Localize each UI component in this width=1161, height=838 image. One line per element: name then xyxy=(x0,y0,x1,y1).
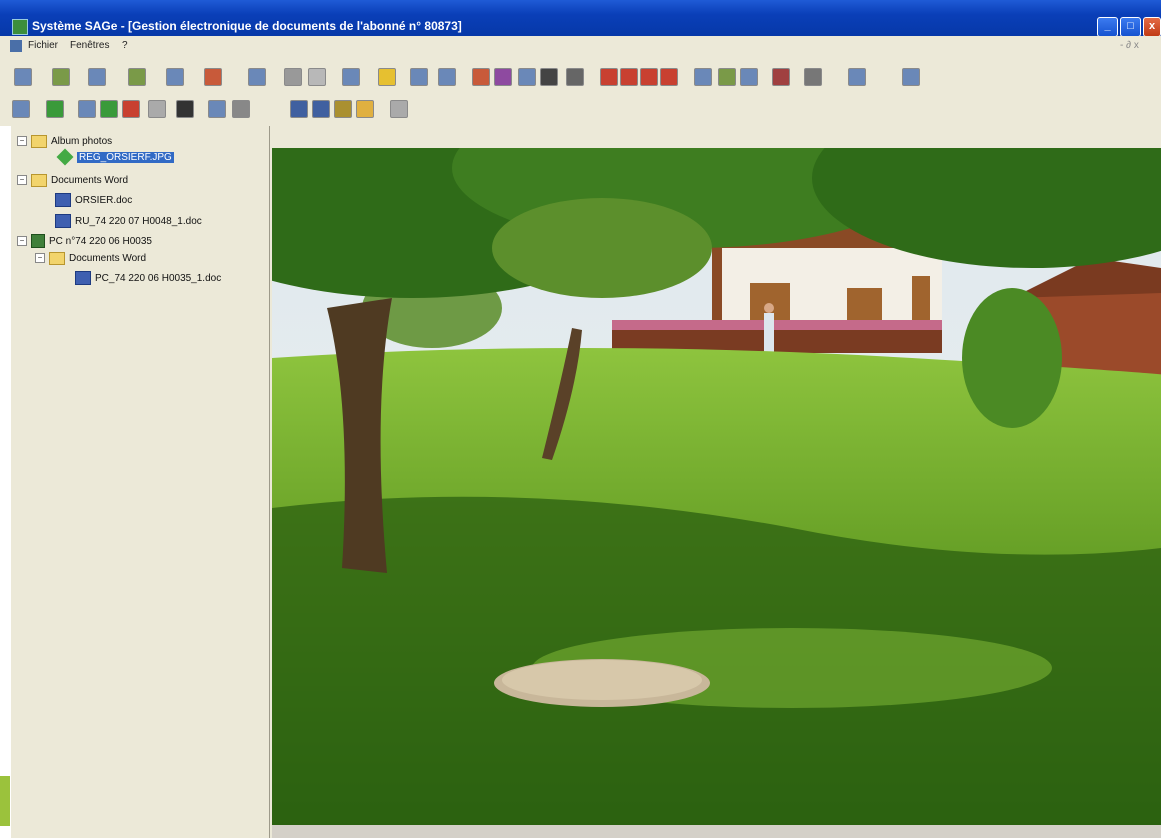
toolbar-button-icon[interactable] xyxy=(600,68,618,86)
left-edge xyxy=(0,126,10,838)
toolbar-button-icon[interactable] xyxy=(772,68,790,86)
tree-node-label: Documents Word xyxy=(51,174,129,186)
toolbar-button-icon[interactable] xyxy=(122,100,140,118)
word-document-icon xyxy=(75,271,91,285)
toolbar-button-icon[interactable] xyxy=(718,68,736,86)
tree-node-pc[interactable]: − PC n°74 220 06 H0035 xyxy=(17,234,152,248)
toolbar-button-icon[interactable] xyxy=(902,68,920,86)
toolbar-button-icon[interactable] xyxy=(148,100,166,118)
toolbar-button-icon[interactable] xyxy=(128,68,146,86)
toolbar-button-icon[interactable] xyxy=(176,100,194,118)
collapse-icon[interactable]: − xyxy=(17,136,27,146)
tree-node-documents-word[interactable]: − Documents Word xyxy=(17,173,128,187)
folder-icon xyxy=(31,134,47,148)
folder-icon xyxy=(31,173,47,187)
toolbar-button-icon[interactable] xyxy=(494,68,512,86)
tree-node-pc-documents-word[interactable]: − Documents Word xyxy=(35,251,146,265)
toolbar-button-icon[interactable] xyxy=(438,68,456,86)
toolbar-button-icon[interactable] xyxy=(740,68,758,86)
tree-node-label: Documents Word xyxy=(69,252,147,264)
tree-node-pc-doc[interactable]: PC_74 220 06 H0035_1.doc xyxy=(75,271,221,285)
toolbar-button-icon[interactable] xyxy=(88,68,106,86)
document-menu-icon[interactable] xyxy=(10,40,22,52)
collapse-icon[interactable]: − xyxy=(35,253,45,263)
toolbar-button-icon[interactable] xyxy=(660,68,678,86)
word-document-icon xyxy=(55,193,71,207)
tree-node-label: PC n°74 220 06 H0035 xyxy=(49,235,152,247)
main-toolbar xyxy=(0,62,1161,90)
folder-icon xyxy=(49,251,65,265)
toolbar-button-icon[interactable] xyxy=(284,68,302,86)
tree-node-label: ORSIER.doc xyxy=(75,194,133,206)
mdi-window-controls[interactable]: - ∂ x xyxy=(1120,40,1139,51)
toolbar-button-icon[interactable] xyxy=(14,68,32,86)
tree-node-label: RU_74 220 07 H0048_1.doc xyxy=(75,215,202,227)
secondary-toolbar xyxy=(0,95,1161,123)
corner-decoration xyxy=(0,776,10,826)
garden-photo xyxy=(272,148,1161,825)
toolbar-button-icon[interactable] xyxy=(540,68,558,86)
toolbar-button-icon[interactable] xyxy=(46,100,64,118)
tree-node-label: Album photos xyxy=(51,135,113,147)
tree-node-orsier-doc[interactable]: ORSIER.doc xyxy=(55,193,132,207)
toolbar-button-icon[interactable] xyxy=(356,100,374,118)
toolbar-button-icon[interactable] xyxy=(518,68,536,86)
tree-node-ru-doc[interactable]: RU_74 220 07 H0048_1.doc xyxy=(55,214,202,228)
toolbar-button-icon[interactable] xyxy=(848,68,866,86)
window-title: Système SAGe - [Gestion électronique de … xyxy=(32,19,462,33)
toolbar-button-icon[interactable] xyxy=(308,68,326,86)
toolbar-button-icon[interactable] xyxy=(204,68,222,86)
close-button[interactable]: x xyxy=(1143,17,1161,37)
toolbar-button-icon[interactable] xyxy=(342,68,360,86)
toolbar-button-icon[interactable] xyxy=(248,68,266,86)
permit-icon xyxy=(31,234,45,248)
tree-node-label: PC_74 220 06 H0035_1.doc xyxy=(95,272,222,284)
toolbar-button-icon[interactable] xyxy=(232,100,250,118)
collapse-icon[interactable]: − xyxy=(17,236,27,246)
toolbar-button-icon[interactable] xyxy=(694,68,712,86)
toolbar-button-icon[interactable] xyxy=(620,68,638,86)
tree-node-album-photos[interactable]: − Album photos xyxy=(17,134,112,148)
menu-fichier[interactable]: Fichier xyxy=(28,40,58,51)
collapse-icon[interactable]: − xyxy=(17,175,27,185)
status-bar xyxy=(272,825,1161,838)
toolbar-button-icon[interactable] xyxy=(804,68,822,86)
menu-bar xyxy=(0,36,1161,56)
toolbar-button-icon[interactable] xyxy=(290,100,308,118)
toolbar-button-icon[interactable] xyxy=(640,68,658,86)
word-document-icon xyxy=(55,214,71,228)
document-tree-panel: − Album photos REG_ORSIERF.JPG − Documen… xyxy=(10,126,270,838)
toolbar-button-icon[interactable] xyxy=(100,100,118,118)
toolbar-button-icon[interactable] xyxy=(166,68,184,86)
tree-node-label-selected: REG_ORSIERF.JPG xyxy=(77,151,174,163)
viewer-header xyxy=(272,126,1161,148)
toolbar-button-icon[interactable] xyxy=(410,68,428,86)
toolbar-button-icon[interactable] xyxy=(12,100,30,118)
toolbar-button-icon[interactable] xyxy=(566,68,584,86)
toolbar-button-icon[interactable] xyxy=(312,100,330,118)
menu-fenetres[interactable]: Fenêtres xyxy=(70,40,109,51)
toolbar-button-icon[interactable] xyxy=(334,100,352,118)
toolbar-button-icon[interactable] xyxy=(208,100,226,118)
toolbar-button-icon[interactable] xyxy=(52,68,70,86)
photo-viewer[interactable] xyxy=(272,148,1161,825)
tree-node-photo-file[interactable]: REG_ORSIERF.JPG xyxy=(56,148,174,166)
toolbar-button-icon[interactable] xyxy=(390,100,408,118)
toolbar-button-icon[interactable] xyxy=(378,68,396,86)
image-file-icon xyxy=(56,148,74,166)
minimize-button[interactable]: _ xyxy=(1097,17,1118,37)
menu-help[interactable]: ? xyxy=(122,40,128,51)
app-icon[interactable] xyxy=(12,19,28,35)
maximize-button[interactable]: □ xyxy=(1120,17,1141,37)
toolbar-button-icon[interactable] xyxy=(78,100,96,118)
toolbar-button-icon[interactable] xyxy=(472,68,490,86)
